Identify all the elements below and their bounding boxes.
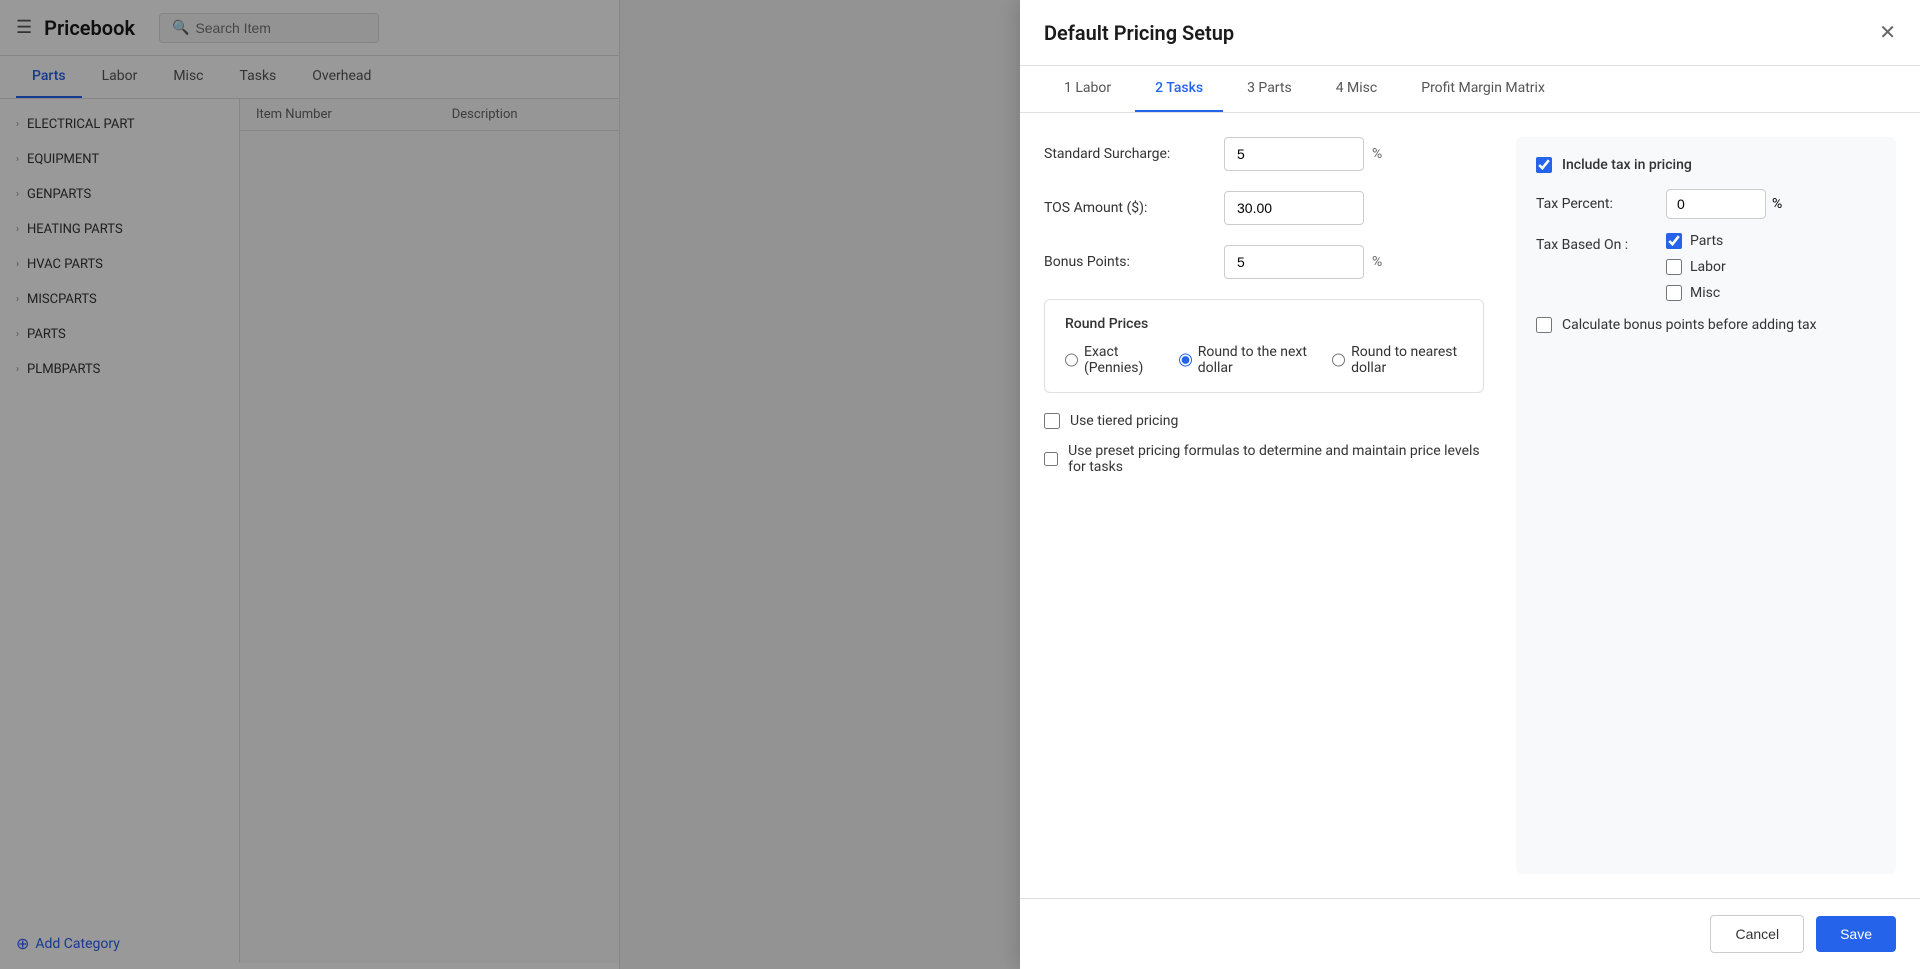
standard-surcharge-input[interactable] (1224, 137, 1364, 171)
use-preset-pricing-label: Use preset pricing formulas to determine… (1068, 443, 1484, 475)
bonus-points-input-wrap: % (1224, 245, 1382, 279)
use-tiered-pricing-label: Use tiered pricing (1070, 413, 1178, 429)
tax-misc-checkbox[interactable] (1666, 285, 1682, 301)
standard-surcharge-input-wrap: % (1224, 137, 1382, 171)
use-tiered-pricing-row[interactable]: Use tiered pricing (1044, 413, 1484, 429)
tos-amount-input[interactable] (1224, 191, 1364, 225)
tab-tasks[interactable]: 2 Tasks (1135, 66, 1223, 112)
tab-misc[interactable]: 4 Misc (1316, 66, 1398, 112)
tax-based-on-row: Tax Based On : Parts Labor Misc (1536, 233, 1876, 301)
include-tax-checkbox[interactable] (1536, 157, 1552, 173)
calc-bonus-label: Calculate bonus points before adding tax (1562, 317, 1817, 333)
tax-percent-input-wrap: % (1666, 189, 1782, 219)
tab-labor[interactable]: 1 Labor (1044, 66, 1131, 112)
modal-header: Default Pricing Setup ✕ (1020, 0, 1920, 66)
close-button[interactable]: ✕ (1879, 20, 1896, 45)
standard-surcharge-row: Standard Surcharge: % (1044, 137, 1484, 171)
tos-amount-input-wrap (1224, 191, 1364, 225)
tax-based-on-label: Tax Based On : (1536, 233, 1666, 253)
tab-parts[interactable]: 3 Parts (1227, 66, 1312, 112)
bonus-points-unit: % (1372, 254, 1382, 270)
tab-profit-margin[interactable]: Profit Margin Matrix (1401, 66, 1565, 112)
cancel-button[interactable]: Cancel (1710, 915, 1804, 953)
modal-body: Standard Surcharge: % TOS Amount ($): Bo… (1020, 113, 1920, 898)
standard-surcharge-label: Standard Surcharge: (1044, 146, 1224, 162)
radio-exact-input[interactable] (1065, 352, 1078, 368)
calc-bonus-row: Calculate bonus points before adding tax (1536, 317, 1876, 333)
radio-exact-label: Exact (Pennies) (1084, 344, 1159, 376)
round-prices-box: Round Prices Exact (Pennies) Round to th… (1044, 299, 1484, 393)
round-prices-group: Exact (Pennies) Round to the next dollar… (1065, 344, 1463, 376)
bonus-points-input[interactable] (1224, 245, 1364, 279)
radio-round-nearest-input[interactable] (1332, 352, 1345, 368)
tax-misc-label: Misc (1690, 285, 1720, 301)
use-preset-pricing-checkbox[interactable] (1044, 451, 1058, 467)
standard-surcharge-unit: % (1372, 146, 1382, 162)
modal: Default Pricing Setup ✕ 1 Labor 2 Tasks … (1020, 0, 1920, 969)
tax-based-options: Parts Labor Misc (1666, 233, 1726, 301)
modal-footer: Cancel Save (1020, 898, 1920, 969)
tax-option-parts[interactable]: Parts (1666, 233, 1726, 249)
modal-right-panel: Include tax in pricing Tax Percent: % Ta… (1516, 137, 1896, 874)
use-preset-pricing-row[interactable]: Use preset pricing formulas to determine… (1044, 443, 1484, 475)
radio-round-nearest-label: Round to nearest dollar (1351, 344, 1463, 376)
tax-labor-label: Labor (1690, 259, 1726, 275)
radio-exact[interactable]: Exact (Pennies) (1065, 344, 1159, 376)
tax-percent-row: Tax Percent: % (1536, 189, 1876, 219)
radio-round-next-input[interactable] (1179, 352, 1192, 368)
tos-amount-label: TOS Amount ($): (1044, 200, 1224, 216)
tax-option-labor[interactable]: Labor (1666, 259, 1726, 275)
tax-percent-label: Tax Percent: (1536, 196, 1666, 212)
tax-percent-unit: % (1772, 196, 1782, 212)
bonus-points-label: Bonus Points: (1044, 254, 1224, 270)
radio-round-next-label: Round to the next dollar (1198, 344, 1312, 376)
tax-labor-checkbox[interactable] (1666, 259, 1682, 275)
tax-parts-label: Parts (1690, 233, 1723, 249)
tax-parts-checkbox[interactable] (1666, 233, 1682, 249)
bonus-points-row: Bonus Points: % (1044, 245, 1484, 279)
include-tax-label: Include tax in pricing (1562, 157, 1692, 173)
round-prices-title: Round Prices (1065, 316, 1463, 332)
modal-tabs: 1 Labor 2 Tasks 3 Parts 4 Misc Profit Ma… (1020, 66, 1920, 113)
modal-title: Default Pricing Setup (1044, 21, 1234, 45)
save-button[interactable]: Save (1816, 916, 1896, 952)
radio-round-nearest[interactable]: Round to nearest dollar (1332, 344, 1463, 376)
use-tiered-pricing-checkbox[interactable] (1044, 413, 1060, 429)
tos-amount-row: TOS Amount ($): (1044, 191, 1484, 225)
tax-percent-input[interactable] (1666, 189, 1766, 219)
include-tax-row: Include tax in pricing (1536, 157, 1876, 173)
tax-option-misc[interactable]: Misc (1666, 285, 1726, 301)
calc-bonus-checkbox[interactable] (1536, 317, 1552, 333)
modal-left-panel: Standard Surcharge: % TOS Amount ($): Bo… (1044, 137, 1484, 874)
radio-round-next[interactable]: Round to the next dollar (1179, 344, 1312, 376)
